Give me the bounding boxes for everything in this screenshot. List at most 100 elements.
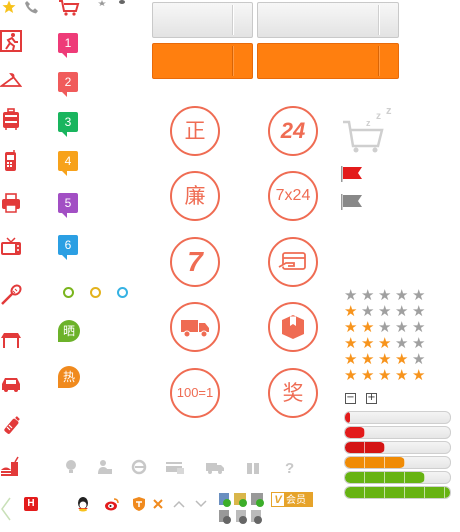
color-dot-yellow bbox=[90, 287, 101, 298]
progress-bar-5 bbox=[344, 471, 451, 484]
vip-member-badge: V 会员 bbox=[271, 492, 313, 507]
star-empty-icon[interactable]: ★ bbox=[412, 320, 425, 335]
small-dot-icon bbox=[118, 0, 126, 6]
grey-flag-icon[interactable] bbox=[341, 194, 363, 210]
close-x-icon[interactable] bbox=[152, 498, 164, 510]
package-badge bbox=[268, 302, 318, 352]
dropdown-button-grey-left[interactable] bbox=[152, 2, 253, 38]
star-empty-icon[interactable]: ★ bbox=[412, 288, 425, 303]
progress-fill-1 bbox=[345, 412, 351, 423]
star-empty-icon[interactable]: ★ bbox=[395, 288, 408, 303]
progress-bar-2 bbox=[344, 426, 451, 439]
status-check-icons bbox=[218, 491, 266, 525]
progress-bar-3 bbox=[344, 441, 451, 454]
star-empty-icon[interactable]: ★ bbox=[361, 304, 374, 319]
shield-badge-icon[interactable] bbox=[131, 496, 147, 512]
star-empty-icon[interactable]: ★ bbox=[378, 288, 391, 303]
hanger-icon bbox=[0, 70, 22, 92]
24-hour-badge: 24 bbox=[268, 106, 318, 156]
mobile-phone-icon bbox=[0, 150, 22, 172]
star-filled-icon[interactable]: ★ bbox=[361, 368, 374, 383]
star-empty-icon[interactable]: ★ bbox=[378, 320, 391, 335]
star-empty-icon[interactable]: ★ bbox=[412, 304, 425, 319]
low-price-badge: 廉 bbox=[170, 171, 220, 221]
dropdown-button-orange-right[interactable] bbox=[257, 43, 399, 79]
number-badge-4: 4 bbox=[58, 151, 78, 176]
empty-cart-sleeping-icon: zzz bbox=[340, 106, 396, 154]
progress-fill-6 bbox=[345, 487, 450, 498]
vip-label: 会员 bbox=[286, 495, 306, 506]
star-filled-icon[interactable]: ★ bbox=[378, 336, 391, 351]
cart-icon[interactable] bbox=[58, 0, 80, 16]
star-filled-icon[interactable]: ★ bbox=[344, 304, 357, 319]
star-filled-icon[interactable]: ★ bbox=[361, 320, 374, 335]
tag-badge-share: 晒 bbox=[58, 320, 80, 342]
svg-text:?: ? bbox=[285, 460, 294, 475]
luggage-icon bbox=[0, 108, 22, 130]
star-filled-icon[interactable]: ★ bbox=[361, 352, 374, 367]
tv-icon bbox=[0, 236, 22, 258]
question-icon[interactable]: ? bbox=[282, 459, 298, 475]
star-empty-icon[interactable]: ★ bbox=[412, 352, 425, 367]
star-empty-icon[interactable]: ★ bbox=[378, 304, 391, 319]
card-payment-badge bbox=[268, 237, 318, 287]
qq-icon[interactable] bbox=[75, 496, 91, 512]
dropdown-button-orange-left[interactable] bbox=[152, 43, 253, 79]
printer-icon bbox=[0, 192, 22, 214]
brush-icon bbox=[0, 284, 22, 306]
star-empty-icon[interactable]: ★ bbox=[395, 304, 408, 319]
7-day-return-badge: 7 bbox=[170, 237, 220, 287]
star-filled-icon[interactable]: ★ bbox=[361, 336, 374, 351]
progress-fill-2 bbox=[345, 427, 365, 438]
gift-icon[interactable] bbox=[245, 459, 261, 475]
number-badge-6: 6 bbox=[58, 235, 78, 260]
progress-fill-4 bbox=[345, 457, 405, 468]
color-dot-green bbox=[63, 287, 74, 298]
phone-icon bbox=[24, 0, 39, 14]
star-empty-icon[interactable]: ★ bbox=[395, 336, 408, 351]
table-icon bbox=[0, 328, 22, 350]
baby-bottle-icon bbox=[0, 414, 22, 436]
progress-fill-3 bbox=[345, 442, 385, 453]
number-badge-2: 2 bbox=[58, 72, 78, 97]
user-lock-icon[interactable] bbox=[97, 459, 113, 475]
tag-badge-hot: 热 bbox=[58, 366, 80, 388]
star-filled-icon[interactable]: ★ bbox=[395, 352, 408, 367]
star-filled-icon[interactable]: ★ bbox=[344, 352, 357, 367]
color-dot-blue bbox=[117, 287, 128, 298]
svg-text:z: z bbox=[386, 106, 392, 117]
star-filled-icon[interactable]: ★ bbox=[378, 368, 391, 383]
ie-icon[interactable] bbox=[131, 459, 147, 475]
car-icon bbox=[0, 372, 22, 394]
star-empty-icon[interactable]: ★ bbox=[412, 336, 425, 351]
progress-fill-5 bbox=[345, 472, 425, 483]
star-filled-icon[interactable]: ★ bbox=[412, 368, 425, 383]
collapse-minus-button[interactable]: − bbox=[345, 393, 356, 404]
chevron-down-icon[interactable] bbox=[194, 498, 208, 510]
price-match-badge: 100=1 bbox=[170, 368, 220, 418]
star-outline-icon bbox=[2, 0, 16, 14]
expand-plus-button[interactable]: + bbox=[366, 393, 377, 404]
star-filled-icon[interactable]: ★ bbox=[378, 352, 391, 367]
svg-text:z: z bbox=[366, 118, 371, 128]
truck-icon[interactable] bbox=[205, 459, 225, 475]
star-filled-icon[interactable]: ★ bbox=[344, 336, 357, 351]
bulb-icon[interactable] bbox=[63, 459, 79, 475]
delivery-truck-badge bbox=[170, 302, 220, 352]
number-badge-5: 5 bbox=[58, 193, 78, 218]
number-badge-3: 3 bbox=[58, 112, 78, 137]
star-empty-icon[interactable]: ★ bbox=[395, 320, 408, 335]
weibo-icon[interactable] bbox=[104, 496, 120, 512]
star-empty-icon[interactable]: ★ bbox=[361, 288, 374, 303]
chevron-up-icon[interactable] bbox=[172, 498, 186, 510]
red-flag-icon[interactable] bbox=[341, 166, 363, 182]
small-h-badge: H bbox=[24, 497, 38, 511]
card-icon[interactable] bbox=[165, 459, 185, 475]
package-icon bbox=[282, 315, 304, 339]
star-filled-icon[interactable]: ★ bbox=[395, 368, 408, 383]
back-chevron-icon[interactable] bbox=[0, 496, 12, 522]
star-filled-icon[interactable]: ★ bbox=[344, 320, 357, 335]
star-empty-icon[interactable]: ★ bbox=[344, 288, 357, 303]
dropdown-button-grey-right[interactable] bbox=[257, 2, 399, 38]
star-filled-icon[interactable]: ★ bbox=[344, 368, 357, 383]
